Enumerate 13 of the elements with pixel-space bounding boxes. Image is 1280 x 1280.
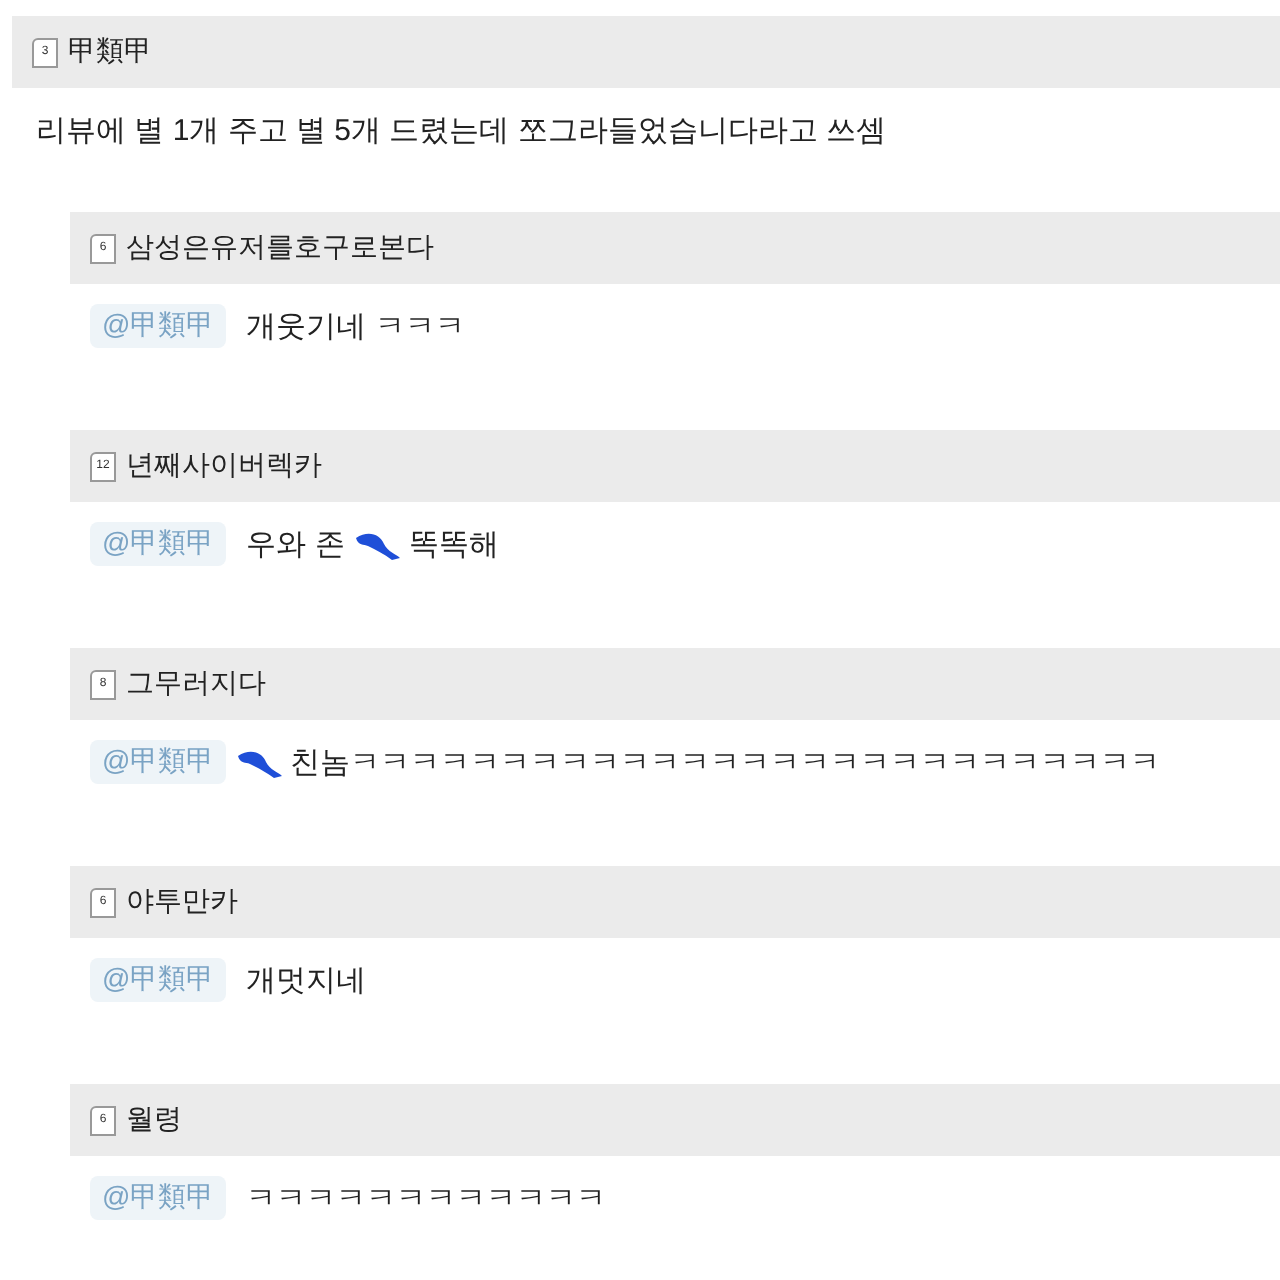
reply-text: 개멋지네 [246,961,367,999]
author-name[interactable]: 야투만카 [126,884,238,920]
reply-text: ㅋㅋㅋㅋㅋㅋㅋㅋㅋㅋㅋㅋ [246,1179,607,1217]
reply-text: 개웃기네 ㅋㅋㅋ [246,307,465,345]
comment-text: 리뷰에 별 1개 주고 별 5개 드렸는데 쪼그라들었습니다라고 쓰셈 [34,112,889,152]
author-name[interactable]: 월령 [126,1102,182,1138]
author-name[interactable]: 년째사이버렉카 [126,448,322,484]
reply-text: 친놈ㅋㅋㅋㅋㅋㅋㅋㅋㅋㅋㅋㅋㅋㅋㅋㅋㅋㅋㅋㅋㅋㅋㅋㅋㅋㅋㅋ [290,743,1161,781]
author-name[interactable]: 甲類甲 [68,34,152,70]
author-name[interactable]: 그무러지다 [126,666,266,702]
author-name[interactable]: 삼성은유저를호구로본다 [126,230,434,266]
reply-text: 똑똑해 [408,525,499,563]
reply-text: 우와 존 [246,525,345,563]
